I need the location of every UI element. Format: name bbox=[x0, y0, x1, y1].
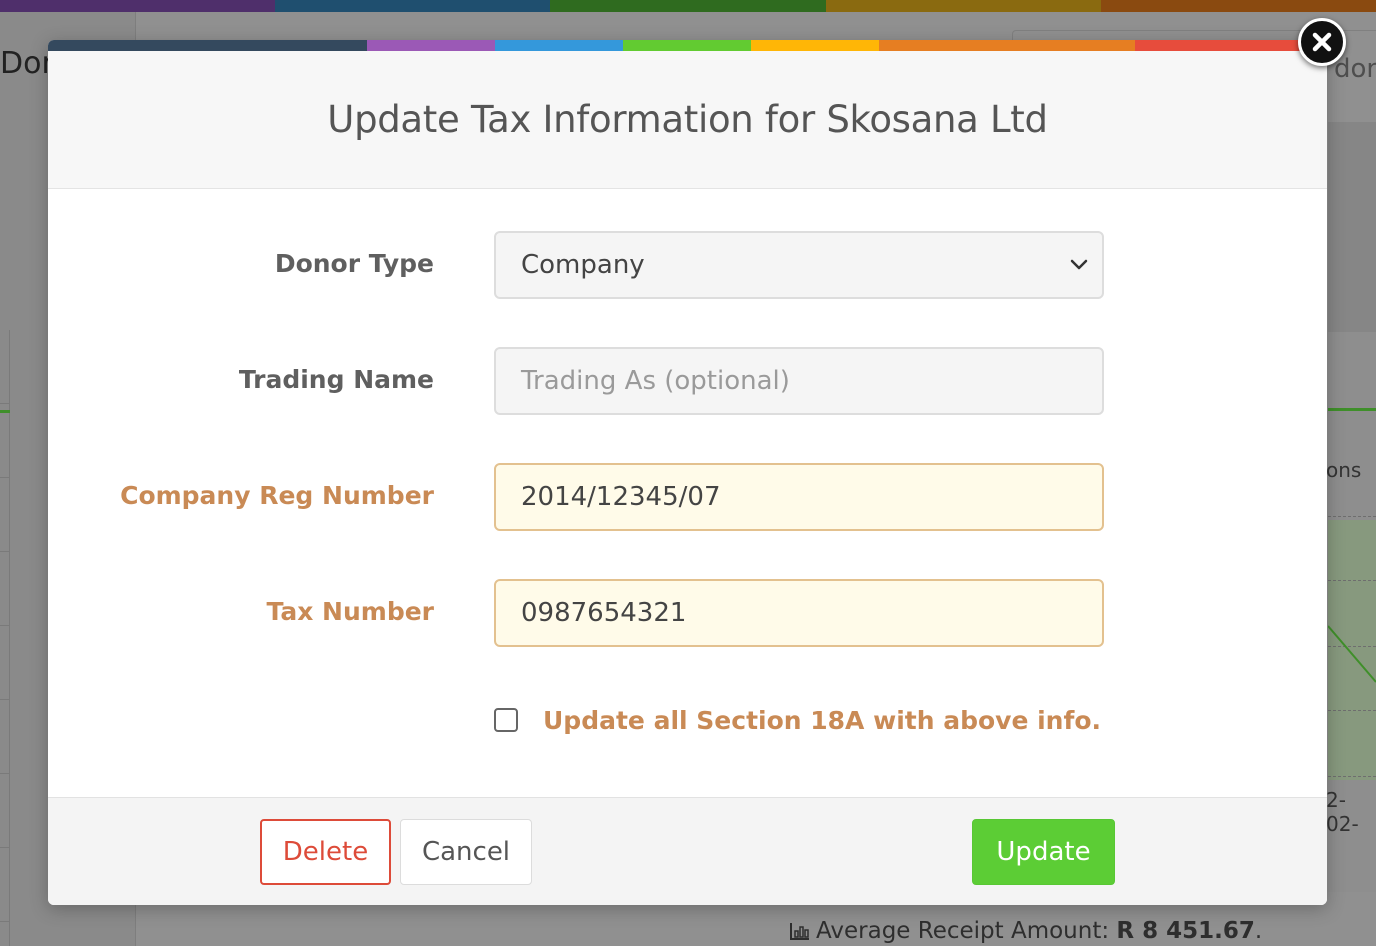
background-color-bar-segment bbox=[275, 0, 551, 12]
close-modal-button[interactable] bbox=[1298, 18, 1346, 66]
company-reg-number-label: Company Reg Number bbox=[120, 481, 434, 510]
tax-number-label: Tax Number bbox=[266, 597, 434, 626]
background-right-panel bbox=[1328, 122, 1376, 332]
background-chart-gridline bbox=[1328, 776, 1376, 777]
background-chart-legend: ons bbox=[1326, 458, 1362, 482]
cancel-button[interactable]: Cancel bbox=[400, 819, 532, 885]
background-accent-line bbox=[0, 410, 10, 413]
update-section-18a-checkbox[interactable] bbox=[494, 708, 518, 732]
background-color-bar-segment bbox=[0, 0, 276, 12]
modal-header: Update Tax Information for Skosana Ltd bbox=[48, 51, 1327, 189]
update-button[interactable]: Update bbox=[972, 819, 1115, 885]
stat-label: Average Receipt Amount: bbox=[816, 918, 1110, 944]
tax-number-row: Tax Number 0987654321 bbox=[48, 579, 1327, 647]
background-chart-date-label: 2-02- bbox=[1326, 788, 1359, 836]
tax-number-input[interactable]: 0987654321 bbox=[494, 579, 1104, 647]
modal-color-bar-segment bbox=[879, 40, 1135, 51]
background-add-donor-button: don bbox=[1334, 54, 1376, 84]
stat-value: R 8 451.67 bbox=[1116, 918, 1255, 944]
background-chart-accent-line bbox=[1328, 408, 1376, 411]
modal-footer: Delete Cancel Update bbox=[48, 797, 1327, 905]
tax-number-value: 0987654321 bbox=[521, 598, 687, 628]
update-tax-modal: Update Tax Information for Skosana Ltd D… bbox=[48, 40, 1327, 905]
donor-type-selected-value: Company bbox=[521, 250, 645, 280]
company-reg-number-row: Company Reg Number 2014/12345/07 bbox=[48, 463, 1327, 531]
background-average-receipt-stat: Average Receipt Amount: R 8 451.67. bbox=[790, 918, 1262, 944]
donor-type-row: Donor Type Company bbox=[48, 231, 1327, 299]
background-color-bar-segment bbox=[1100, 0, 1376, 12]
trading-name-label: Trading Name bbox=[238, 365, 434, 394]
background-chart-line bbox=[1328, 625, 1376, 683]
modal-color-bar bbox=[48, 40, 1327, 51]
modal-title: Update Tax Information for Skosana Ltd bbox=[327, 98, 1048, 141]
trading-name-row: Trading Name Trading As (optional) bbox=[48, 347, 1327, 415]
delete-button[interactable]: Delete bbox=[260, 819, 391, 885]
trading-name-input[interactable]: Trading As (optional) bbox=[494, 347, 1104, 415]
bar-chart-icon bbox=[790, 923, 809, 940]
modal-color-bar-segment bbox=[495, 40, 623, 51]
company-reg-number-input[interactable]: 2014/12345/07 bbox=[494, 463, 1104, 531]
background-left-table bbox=[0, 330, 10, 946]
donor-type-label: Donor Type bbox=[274, 249, 434, 278]
background-chart-gridline bbox=[1328, 710, 1376, 711]
background-chart-gridline bbox=[1328, 516, 1376, 517]
background-color-bar bbox=[0, 0, 1376, 12]
close-icon bbox=[1312, 32, 1332, 52]
modal-color-bar-segment bbox=[367, 40, 495, 51]
background-color-bar-segment bbox=[825, 0, 1101, 12]
chevron-down-icon bbox=[1070, 259, 1088, 270]
modal-color-bar-segment bbox=[48, 40, 367, 51]
background-chart-gridline bbox=[1328, 580, 1376, 581]
donor-type-select[interactable]: Company bbox=[494, 231, 1104, 299]
company-reg-number-value: 2014/12345/07 bbox=[521, 482, 721, 512]
trading-name-placeholder: Trading As (optional) bbox=[521, 366, 790, 396]
update-section-18a-row[interactable]: Update all Section 18A with above info. bbox=[494, 700, 1101, 740]
background-color-bar-segment bbox=[550, 0, 826, 12]
update-section-18a-label[interactable]: Update all Section 18A with above info. bbox=[543, 706, 1101, 735]
modal-color-bar-segment bbox=[751, 40, 879, 51]
modal-color-bar-segment bbox=[623, 40, 751, 51]
stat-suffix: . bbox=[1254, 918, 1263, 944]
